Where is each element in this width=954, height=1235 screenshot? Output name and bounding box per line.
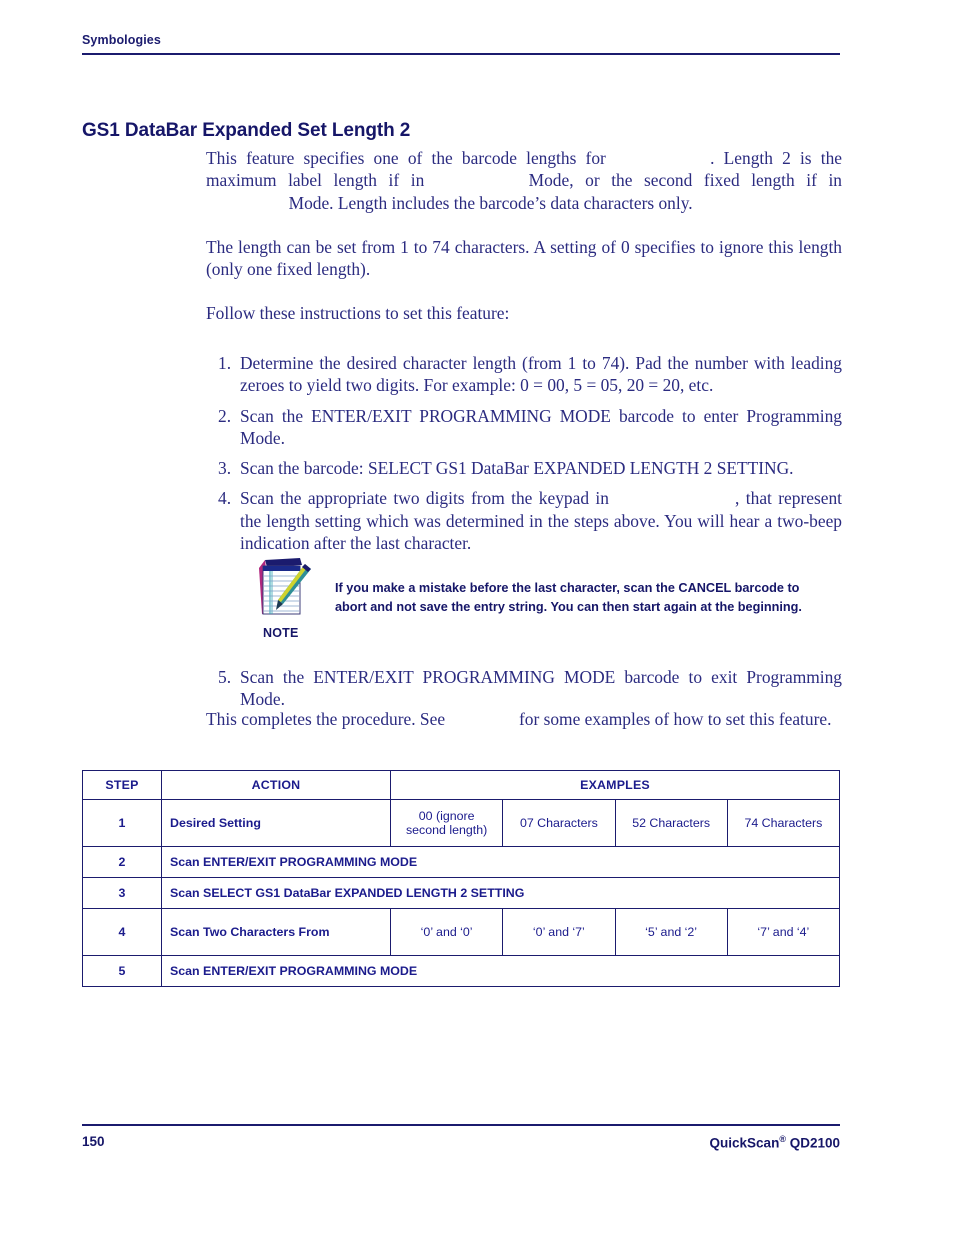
cell-step: 4 [82, 908, 162, 956]
step4-part-a: Scan the appropriate two digits from the… [240, 488, 609, 509]
list-item: 5. Scan the ENTER/EXIT PROGRAMMING MODE … [206, 666, 842, 711]
header-divider [82, 53, 840, 55]
chapter-title: Symbologies [82, 33, 161, 47]
intro-body: This feature specifies one of the barcod… [206, 147, 842, 325]
step-text: Scan the barcode: SELECT GS1 DataBar EXP… [240, 458, 794, 479]
para1-part-a: This feature specifies one of the barcod… [206, 148, 606, 168]
cell-example-1: 00 (ignore second length) [389, 799, 504, 847]
table-row: 2 Scan ENTER/EXIT PROGRAMMING MODE [82, 846, 840, 878]
cell-example-4: 74 Characters [726, 799, 841, 847]
cell-step: 3 [82, 877, 162, 909]
table-row: 1 Desired Setting 00 (ignore second leng… [82, 799, 841, 847]
cell-action: Scan ENTER/EXIT PROGRAMMING MODE [161, 846, 840, 878]
cell-example-2: ‘0’ and ‘7’ [502, 908, 616, 956]
closing-paragraph: This completes the procedure. See for so… [206, 708, 842, 730]
paragraph-spacer-1 [206, 214, 842, 236]
column-header-action: ACTION [161, 770, 391, 800]
para1-part-d: Mode. Length includes the barcode’s data… [288, 192, 693, 213]
closing-part-a: This completes the procedure. See [206, 709, 446, 729]
xref-placeholder-1 [606, 147, 710, 169]
xref-placeholder-5 [445, 708, 519, 730]
table-row: 5 Scan ENTER/EXIT PROGRAMMING MODE [82, 955, 840, 987]
section-heading: GS1 DataBar Expanded Set Length 2 [82, 120, 411, 141]
table-row: 3 Scan SELECT GS1 DataBar EXPANDED LENGT… [82, 877, 840, 909]
product-name: QuickScan® QD2100 [710, 1134, 840, 1151]
cell-action: Scan ENTER/EXIT PROGRAMMING MODE [161, 955, 840, 987]
cell-example-3: 52 Characters [614, 799, 728, 847]
cell-example-1: ‘0’ and ‘0’ [389, 908, 504, 956]
step-text: Scan the ENTER/EXIT PROGRAMMING MODE bar… [240, 667, 842, 710]
column-header-examples: EXAMPLES [390, 770, 840, 800]
note-label: NOTE [263, 626, 299, 640]
page-header: Symbologies [82, 33, 840, 55]
page-number: 150 [82, 1134, 105, 1149]
cell-action: Desired Setting [161, 799, 391, 847]
product-model: QD2100 [785, 1135, 840, 1151]
cell-action: Scan Two Characters From [161, 908, 391, 956]
step-text: Scan the ENTER/EXIT PROGRAMMING MODE bar… [240, 405, 842, 448]
step-number: 3. [218, 458, 232, 479]
step-number: 4. [218, 488, 232, 509]
cell-step: 2 [82, 846, 162, 878]
step-number: 5. [218, 667, 232, 687]
step-number: 1. [218, 353, 232, 373]
para1-part-c: Mode, or the second fixed length if in [528, 170, 843, 191]
document-page: Symbologies GS1 DataBar Expanded Set Len… [0, 0, 954, 1235]
paragraph-spacer-2 [206, 280, 842, 302]
paragraph-1: This feature specifies one of the barcod… [206, 147, 842, 214]
notepad-pen-icon [255, 556, 313, 618]
examples-table: STEP ACTION EXAMPLES 1 Desired Setting 0… [82, 770, 841, 987]
step-text: Determine the desired character length (… [240, 353, 842, 396]
note-text: If you make a mistake before the last ch… [335, 581, 802, 614]
list-item: 3. Scan the barcode: SELECT GS1 DataBar … [206, 457, 842, 479]
cell-step: 1 [82, 799, 162, 847]
cell-step: 5 [82, 955, 162, 987]
list-item: 2. Scan the ENTER/EXIT PROGRAMMING MODE … [206, 405, 842, 450]
paragraph-2: The length can be set from 1 to 74 chara… [206, 236, 842, 280]
cell-example-2: 07 Characters [502, 799, 616, 847]
cell-action: Scan SELECT GS1 DataBar EXPANDED LENGTH … [161, 877, 840, 909]
list-item: 4. Scan the appropriate two digits from … [206, 487, 842, 554]
xref-placeholder-2 [424, 169, 528, 191]
column-header-step: STEP [82, 770, 162, 800]
footer-divider [82, 1124, 840, 1126]
cell-example-3: ‘5’ and ‘2’ [614, 908, 728, 956]
paragraph-3: Follow these instructions to set this fe… [206, 303, 510, 324]
list-item: 1. Determine the desired character lengt… [206, 352, 842, 397]
step-number: 2. [218, 405, 232, 426]
xref-placeholder-4 [609, 487, 735, 509]
registered-mark-icon: ® [779, 1134, 786, 1144]
xref-placeholder-3 [206, 192, 289, 214]
cell-example-4: ‘7’ and ‘4’ [726, 908, 841, 956]
step-text: Scan the appropriate two digits from the… [240, 487, 842, 554]
product-brand: QuickScan [709, 1135, 780, 1151]
closing-part-b: for some examples of how to set this fea… [518, 709, 832, 729]
instruction-steps: 1. Determine the desired character lengt… [206, 352, 842, 562]
table-header-row: STEP ACTION EXAMPLES [82, 770, 840, 800]
table-row: 4 Scan Two Characters From ‘0’ and ‘0’ ‘… [82, 908, 841, 956]
